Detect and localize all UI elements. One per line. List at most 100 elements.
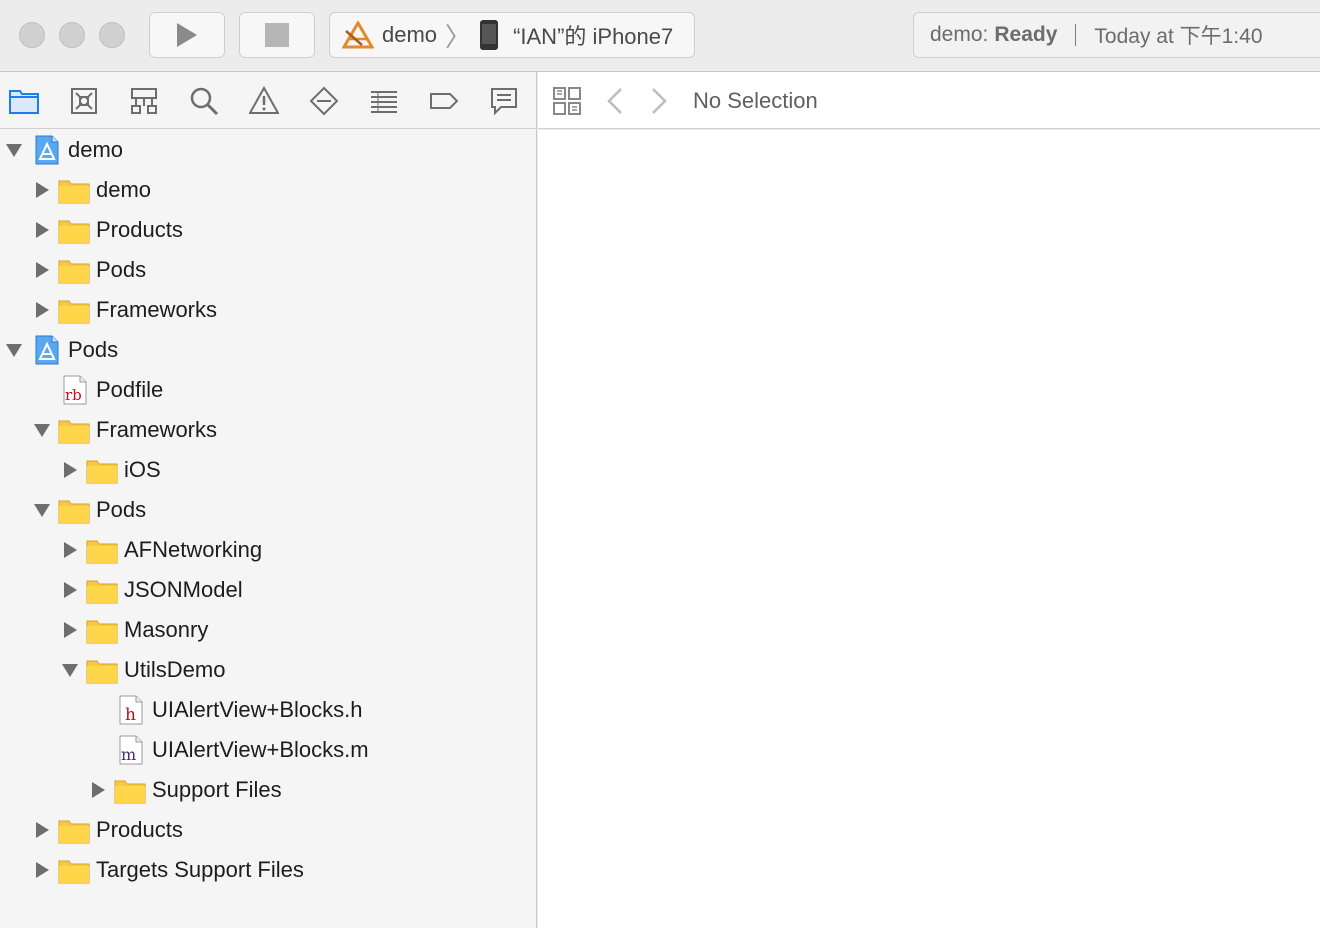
file-tree-row[interactable]: Pods [0,250,536,290]
file-tree-row[interactable]: Frameworks [0,410,536,450]
file-tree-row[interactable]: JSONModel [0,570,536,610]
navigator-tab-bar [0,72,536,129]
file-tree-label: AFNetworking [124,537,263,562]
status-project: demo: [930,23,989,46]
xcode-project-icon [34,335,66,365]
iphone-icon [480,20,499,50]
file-tree-row[interactable]: Support Files [0,770,536,810]
disclosure-collapsed-icon[interactable] [36,222,49,238]
disclosure-collapsed-icon[interactable] [64,542,77,558]
activity-status: demo: Ready Today at 下午1:40 [913,12,1320,58]
folder-icon [58,177,90,205]
xcode-app-icon [342,21,374,49]
file-tree-row[interactable]: AFNetworking [0,530,536,570]
file-tree-row[interactable]: Products [0,810,536,850]
file-tree-row[interactable]: m UIAlertView+Blocks.m [0,730,536,770]
file-tree-label: Products [96,217,183,242]
report-icon[interactable] [488,85,520,117]
file-tree-row[interactable]: Targets Support Files [0,850,536,890]
debug-icon[interactable] [368,85,400,117]
stop-icon [265,23,289,47]
folder-icon [58,417,90,445]
issue-icon[interactable] [248,85,280,117]
jump-bar: No Selection [538,72,1320,129]
file-tree-row[interactable]: iOS [0,450,536,490]
file-tree-label: Masonry [124,617,209,642]
folder-icon [58,217,90,245]
minimize-window-button[interactable] [59,22,85,48]
disclosure-collapsed-icon[interactable] [64,462,77,478]
file-tree-label: UIAlertView+Blocks.h [152,697,363,722]
file-tree-row[interactable]: rb Podfile [0,370,536,410]
find-icon[interactable] [188,85,220,117]
scheme-selector[interactable]: demo 〉 “IAN”的 iPhone7 [329,12,695,58]
file-tree: demo demo Products Pods Frameworks Pods rb Podf… [0,129,536,890]
project-navigator-icon[interactable] [8,85,40,117]
source-control-icon[interactable] [68,85,100,117]
svg-text:m: m [121,745,136,764]
disclosure-expanded-icon[interactable] [62,664,78,677]
xcode-project-icon [34,135,66,165]
disclosure-collapsed-icon[interactable] [36,262,49,278]
related-items-icon[interactable] [553,87,581,115]
file-tree-row[interactable]: demo [0,170,536,210]
disclosure-expanded-icon[interactable] [6,344,22,357]
folder-icon [58,817,90,845]
zoom-window-button[interactable] [99,22,125,48]
file-tree-row[interactable]: Masonry [0,610,536,650]
disclosure-collapsed-icon[interactable] [64,582,77,598]
folder-icon [114,777,146,805]
file-tree-row[interactable]: Pods [0,330,536,370]
file-tree-label: Frameworks [96,297,218,322]
file-tree-label: UIAlertView+Blocks.m [152,737,369,762]
run-button[interactable] [149,12,225,58]
breakpoint-icon[interactable] [428,85,460,117]
file-tree-row[interactable]: UtilsDemo [0,650,536,690]
disclosure-collapsed-icon[interactable] [36,822,49,838]
test-icon[interactable] [308,85,340,117]
file-tree-row[interactable]: Pods [0,490,536,530]
window-toolbar: demo 〉 “IAN”的 iPhone7 demo: Ready Today … [0,0,1320,72]
file-tree-label: Products [96,817,183,842]
file-tree-label: JSONModel [124,577,243,602]
folder-icon [58,257,90,285]
back-chevron-icon[interactable] [606,87,624,115]
file-tree-row[interactable]: Frameworks [0,290,536,330]
no-selection-label: No Selection [693,88,818,113]
file-tree-label: Frameworks [96,417,218,442]
close-window-button[interactable] [19,22,45,48]
folder-icon [86,457,118,485]
file-tree-row[interactable]: h UIAlertView+Blocks.h [0,690,536,730]
folder-icon [58,497,90,525]
file-tree-row[interactable]: Products [0,210,536,250]
file-tree-label: Pods [68,337,119,362]
status-divider [1075,24,1077,46]
file-tree-label: Pods [96,497,147,522]
folder-icon [86,617,118,645]
disclosure-collapsed-icon[interactable] [64,622,77,638]
status-timestamp: Today at 下午1:40 [1094,25,1263,48]
disclosure-collapsed-icon[interactable] [36,302,49,318]
file-tree-label: demo [68,137,124,162]
file-tree-label: Support Files [152,777,282,802]
disclosure-expanded-icon[interactable] [34,504,50,517]
folder-icon [58,857,90,885]
stop-button[interactable] [239,12,315,58]
disclosure-expanded-icon[interactable] [6,144,22,157]
file-tree-label: Podfile [96,377,164,402]
symbol-navigator-icon[interactable] [128,85,160,117]
disclosure-collapsed-icon[interactable] [36,182,49,198]
objc-source-file-icon: m [118,735,150,765]
disclosure-collapsed-icon[interactable] [92,782,105,798]
file-tree-row[interactable]: demo [0,130,536,170]
file-tree-label: UtilsDemo [124,657,226,682]
folder-icon [86,577,118,605]
status-state: Ready [994,23,1058,46]
disclosure-collapsed-icon[interactable] [36,862,49,878]
editor-area [538,130,1320,928]
forward-chevron-icon[interactable] [650,87,668,115]
file-tree-label: Targets Support Files [96,857,304,882]
folder-icon [86,657,118,685]
disclosure-expanded-icon[interactable] [34,424,50,437]
project-navigator: demo demo Products Pods Frameworks Pods rb Podf… [0,72,537,928]
